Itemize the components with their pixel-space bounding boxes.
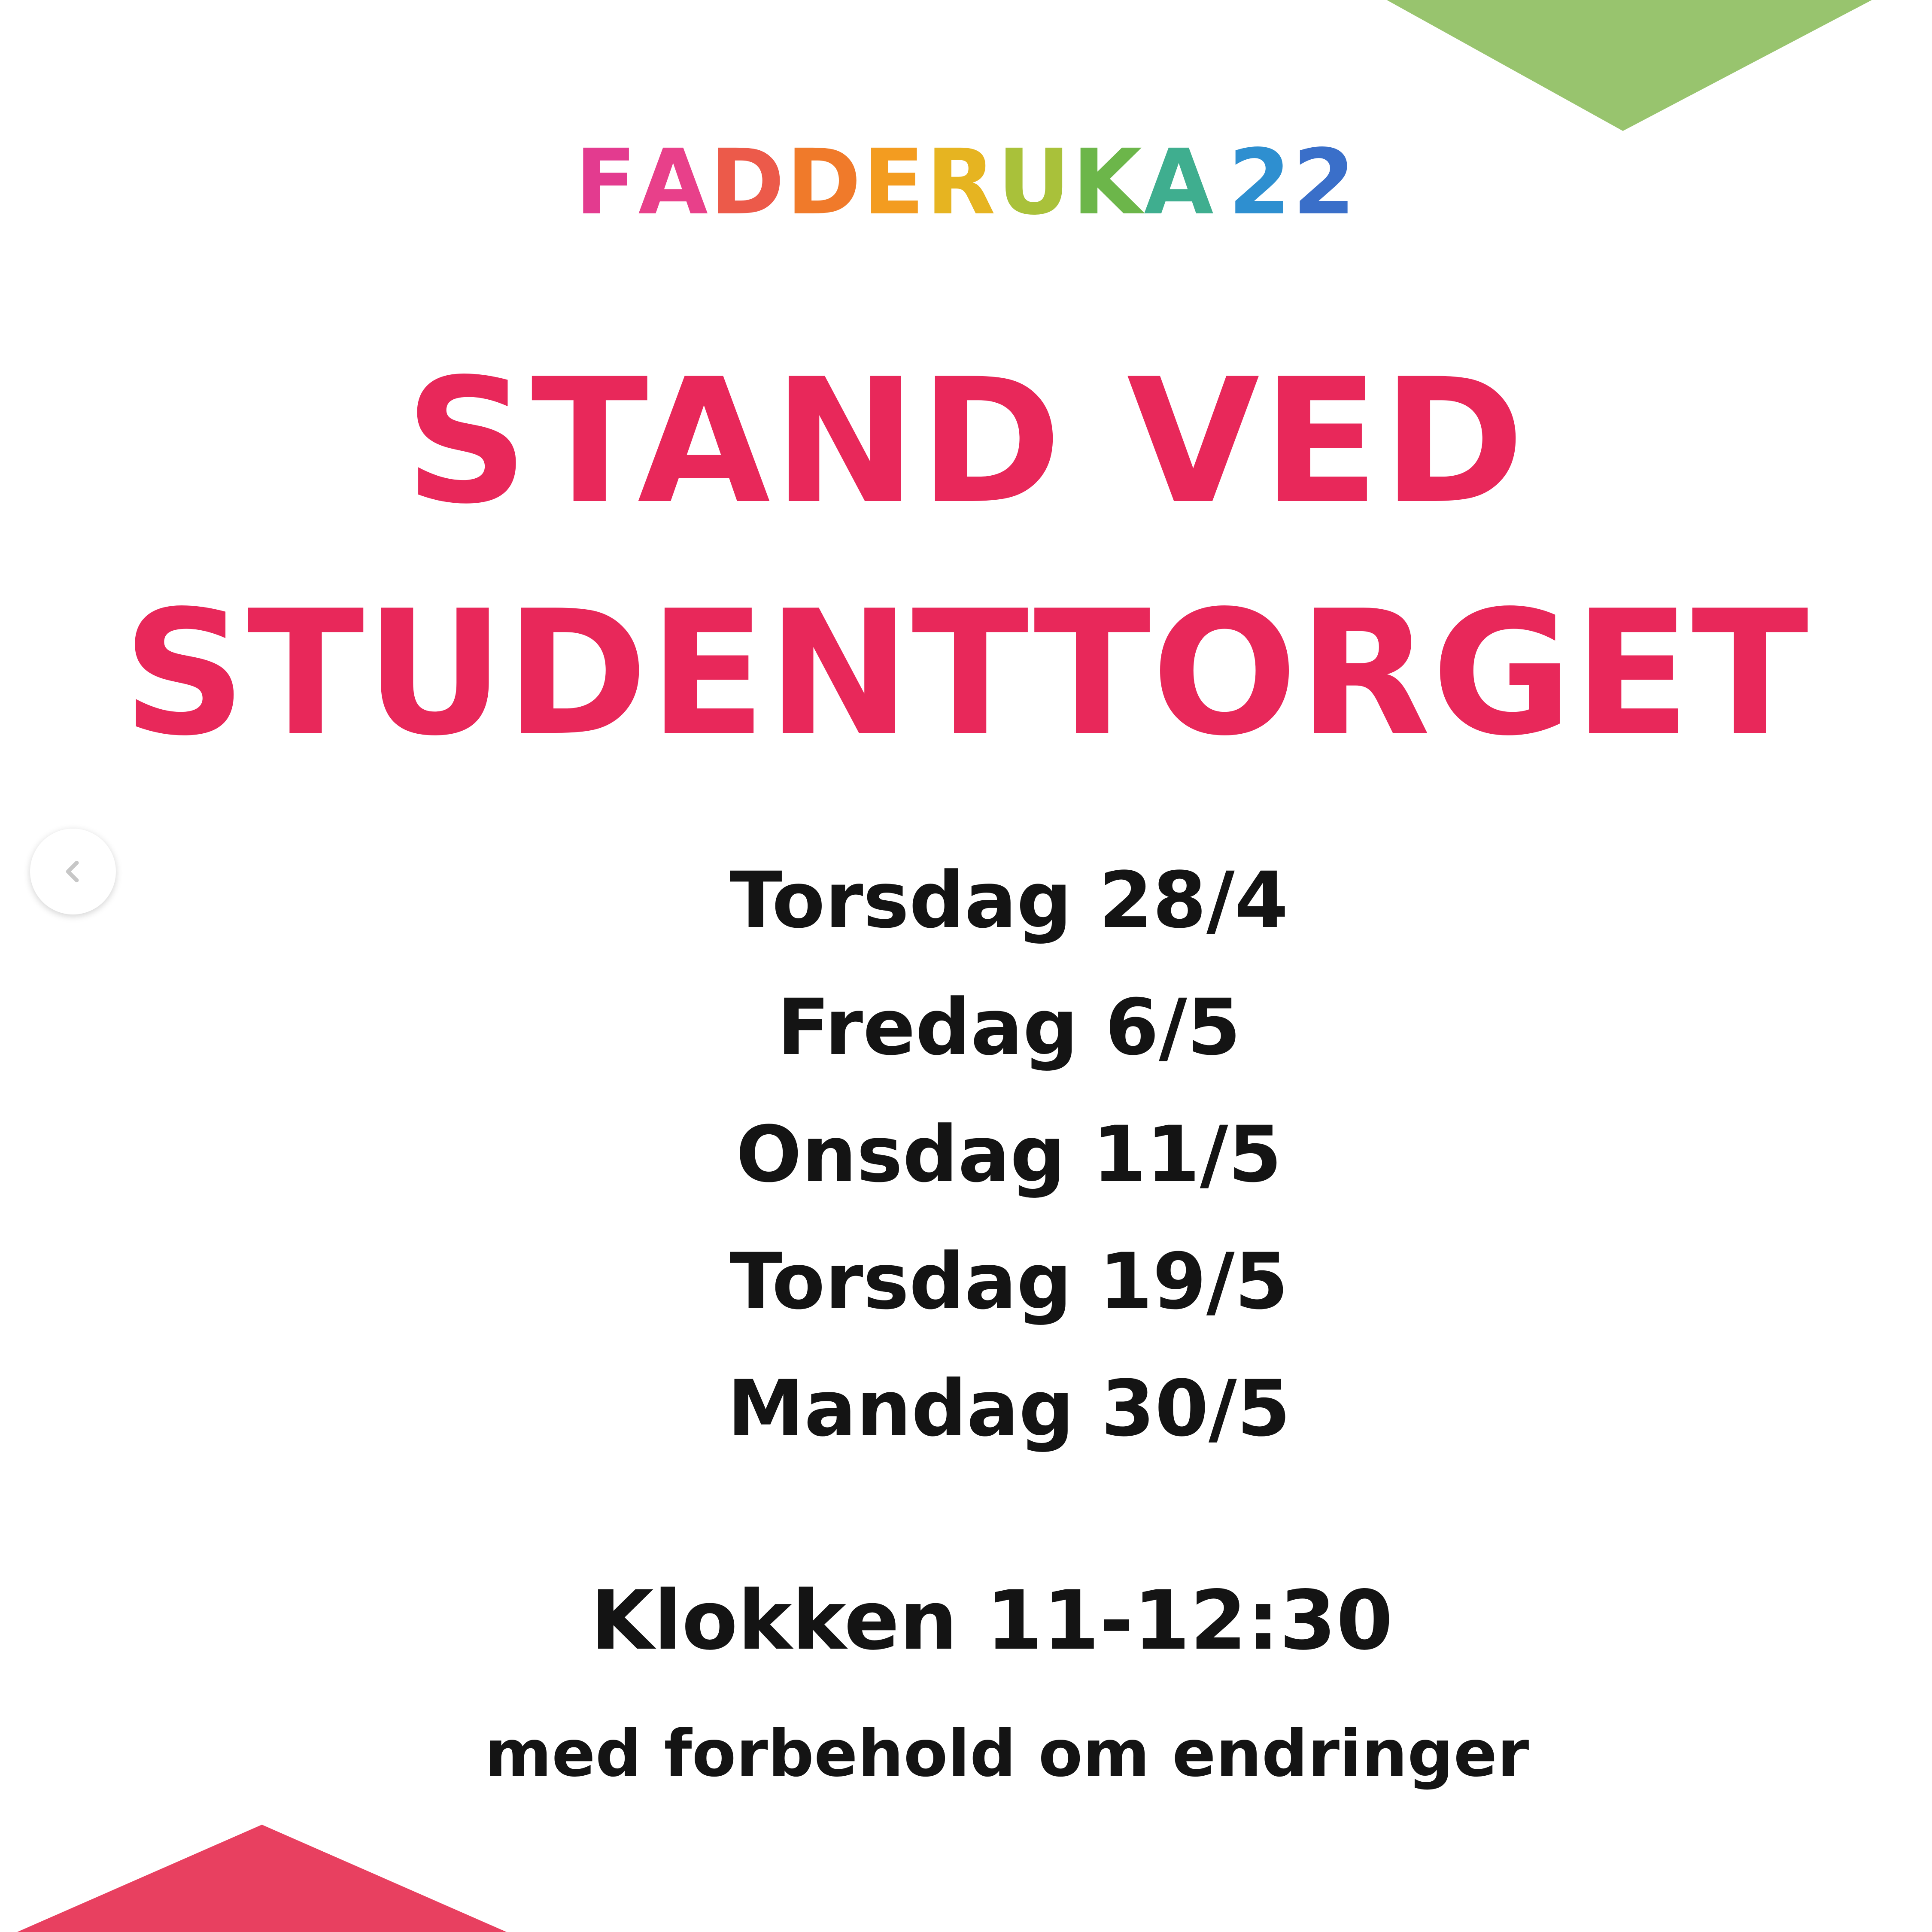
date-item: Mandag 30/5 [727, 1364, 1291, 1454]
logo-letter: A [1144, 130, 1215, 235]
time-text: Klokken 11-12:30 [590, 1573, 1393, 1668]
green-triangle-decoration [1387, 0, 1872, 131]
fadderuka-logo: FADDERUKA 22 [0, 137, 1932, 228]
date-item: Torsdag 19/5 [729, 1237, 1288, 1327]
logo-letter: 2 [1292, 130, 1357, 235]
previous-slide-button[interactable] [30, 829, 116, 914]
logo-letter: K [1072, 130, 1144, 235]
logo-letter: E [863, 130, 927, 235]
instagram-post-image: FADDERUKA 22 STAND VED STUDENTTORGET Tors… [0, 0, 1932, 1932]
logo-letter: A [638, 130, 710, 235]
logo-letter: 2 [1228, 130, 1293, 235]
date-item: Fredag 6/5 [777, 983, 1241, 1072]
pink-triangle-decoration [17, 1825, 507, 1932]
date-list: Torsdag 28/4 Fredag 6/5 Onsdag 11/5 Tors… [0, 837, 1932, 1473]
disclaimer-text: med forbehold om endringer [484, 1716, 1529, 1791]
heading-line-2: STUDENTTORGET [122, 574, 1810, 774]
logo-letter: U [997, 130, 1072, 235]
logo-letter: D [786, 130, 863, 235]
date-item: Torsdag 28/4 [729, 856, 1288, 945]
logo-letter: D [710, 130, 787, 235]
chevron-left-icon [66, 860, 79, 883]
date-item: Onsdag 11/5 [736, 1110, 1282, 1200]
logo-letter: R [926, 130, 997, 235]
logo-letter: F [575, 130, 638, 235]
heading-line-1: STAND VED [404, 342, 1528, 542]
